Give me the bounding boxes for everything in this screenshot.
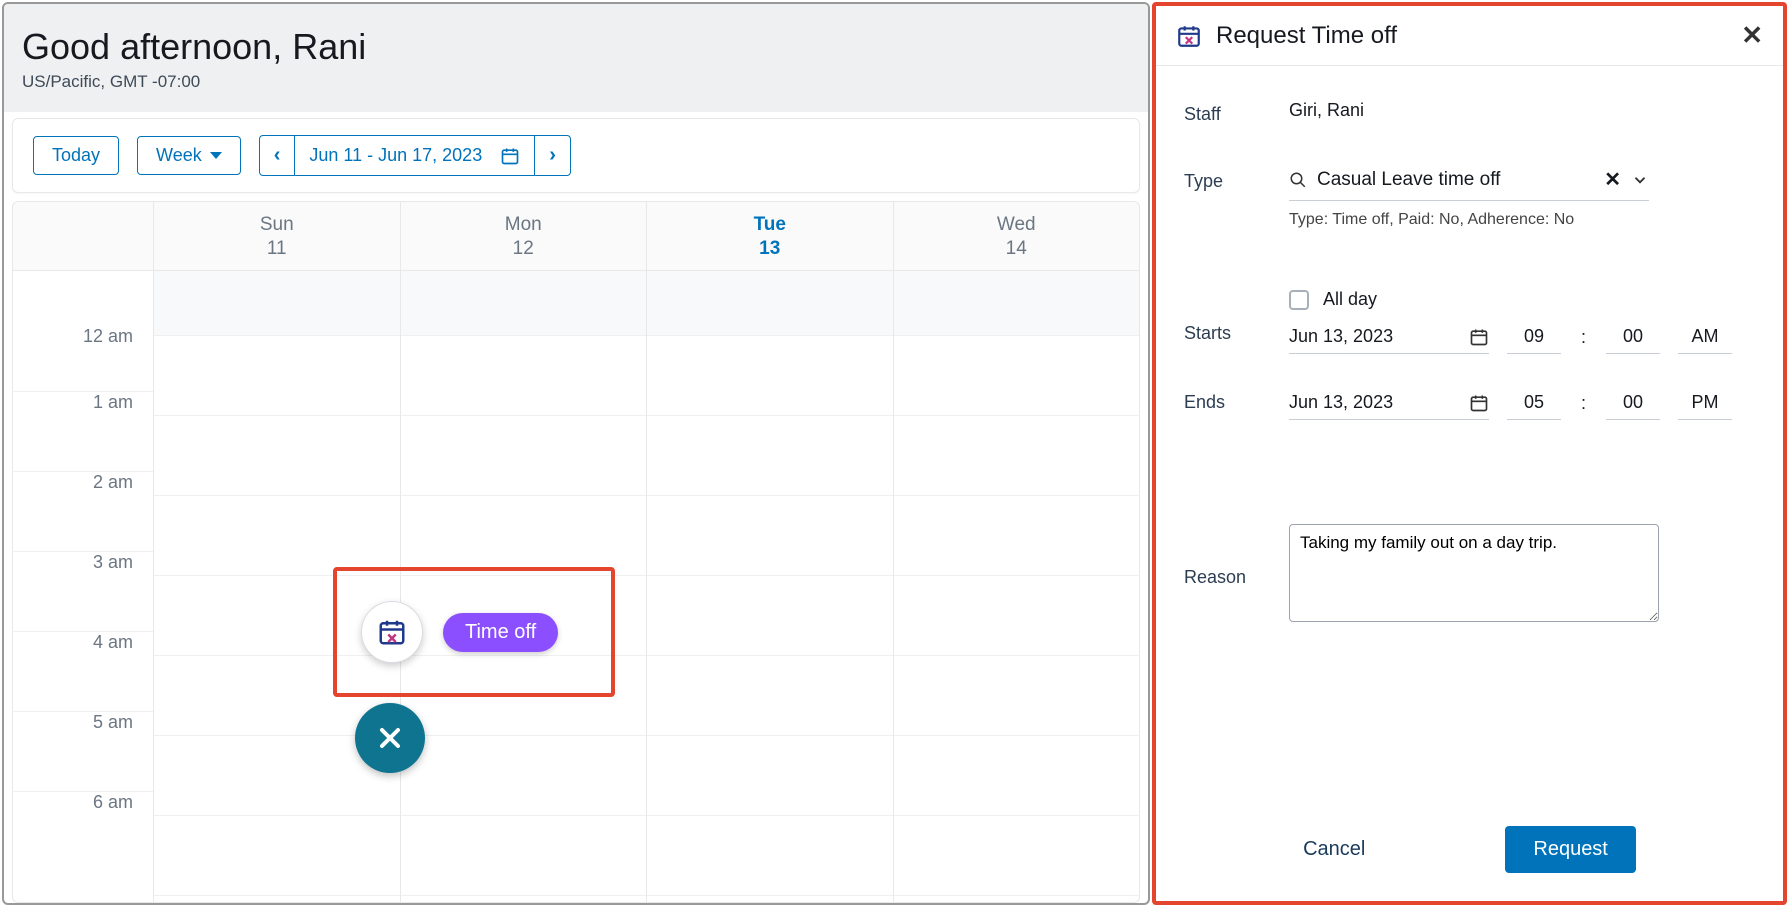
chevron-down-icon[interactable] bbox=[1631, 171, 1649, 189]
hour-label: 3 am bbox=[13, 551, 153, 631]
close-icon: ✕ bbox=[1741, 20, 1763, 50]
greeting-text: Good afternoon, Rani bbox=[22, 26, 1120, 68]
time-gutter: 12 am 1 am 2 am 3 am 4 am 5 am 6 am bbox=[13, 271, 153, 902]
staff-value: Giri, Rani bbox=[1289, 100, 1755, 121]
date-range-button[interactable]: Jun 11 - Jun 17, 2023 bbox=[294, 136, 534, 175]
calendar-toolbar: Today Week ‹ Jun 11 - Jun 17, 2023 › bbox=[12, 118, 1140, 193]
timeoff-pill-label: Time off bbox=[465, 621, 536, 643]
allday-label: All day bbox=[1323, 289, 1377, 310]
reason-label: Reason bbox=[1184, 563, 1289, 588]
starts-date-value: Jun 13, 2023 bbox=[1289, 326, 1393, 347]
type-value: Casual Leave time off bbox=[1317, 169, 1594, 191]
request-timeoff-panel: Request Time off ✕ Staff Giri, Rani Type bbox=[1152, 2, 1787, 905]
search-icon bbox=[1289, 171, 1307, 189]
ends-hour-input[interactable]: 05 bbox=[1507, 386, 1561, 420]
day-head-sun[interactable]: Sun11 bbox=[153, 202, 400, 270]
starts-date-input[interactable]: Jun 13, 2023 bbox=[1289, 320, 1489, 354]
chevron-right-icon: › bbox=[549, 144, 556, 167]
day-header-row: Sun11 Mon12 Tue13 Wed14 bbox=[13, 202, 1139, 271]
starts-hour-input[interactable]: 09 bbox=[1507, 320, 1561, 354]
caret-down-icon bbox=[210, 152, 222, 159]
date-nav: ‹ Jun 11 - Jun 17, 2023 › bbox=[259, 135, 571, 176]
calendar-icon bbox=[500, 146, 520, 166]
next-button[interactable]: › bbox=[534, 136, 570, 175]
panel-footer: Cancel Request bbox=[1156, 808, 1783, 901]
calendar-grid: Sun11 Mon12 Tue13 Wed14 12 am 1 am 2 am … bbox=[12, 201, 1140, 903]
day-head-tue[interactable]: Tue13 bbox=[646, 202, 893, 270]
reason-textarea[interactable] bbox=[1289, 524, 1659, 622]
calendar-pane: Good afternoon, Rani US/Pacific, GMT -07… bbox=[2, 2, 1150, 905]
page-header: Good afternoon, Rani US/Pacific, GMT -07… bbox=[4, 4, 1148, 112]
fab-group: Time off bbox=[361, 601, 558, 663]
hour-label: 12 am bbox=[13, 271, 153, 391]
day-col-mon[interactable] bbox=[400, 271, 647, 902]
starts-minute-input[interactable]: 00 bbox=[1606, 320, 1660, 354]
chevron-left-icon: ‹ bbox=[274, 144, 281, 167]
view-select[interactable]: Week bbox=[137, 136, 241, 175]
ends-ampm-input[interactable]: PM bbox=[1678, 386, 1732, 420]
starts-ampm-input[interactable]: AM bbox=[1678, 320, 1732, 354]
ends-date-value: Jun 13, 2023 bbox=[1289, 392, 1393, 413]
timezone-text: US/Pacific, GMT -07:00 bbox=[22, 72, 1120, 92]
close-button[interactable]: ✕ bbox=[1741, 20, 1763, 51]
type-label: Type bbox=[1184, 163, 1289, 192]
day-col-sun[interactable] bbox=[153, 271, 400, 902]
calendar-icon bbox=[1469, 393, 1489, 413]
ends-date-input[interactable]: Jun 13, 2023 bbox=[1289, 386, 1489, 420]
date-range-text: Jun 11 - Jun 17, 2023 bbox=[309, 145, 482, 166]
day-head-mon[interactable]: Mon12 bbox=[400, 202, 647, 270]
timeoff-pill[interactable]: Time off bbox=[443, 613, 558, 652]
calendar-x-icon bbox=[1176, 23, 1202, 49]
panel-title: Request Time off bbox=[1216, 22, 1397, 50]
request-button[interactable]: Request bbox=[1505, 826, 1636, 873]
allday-checkbox[interactable] bbox=[1289, 290, 1309, 310]
starts-label: Starts bbox=[1184, 281, 1289, 344]
hour-label: 5 am bbox=[13, 711, 153, 791]
timeoff-fab[interactable] bbox=[361, 601, 423, 663]
prev-button[interactable]: ‹ bbox=[260, 136, 295, 175]
staff-label: Staff bbox=[1184, 100, 1289, 125]
hour-label: 6 am bbox=[13, 791, 153, 871]
hour-label: 2 am bbox=[13, 471, 153, 551]
cancel-button[interactable]: Cancel bbox=[1303, 826, 1365, 873]
today-button[interactable]: Today bbox=[33, 136, 119, 175]
day-col-tue[interactable] bbox=[646, 271, 893, 902]
calendar-icon bbox=[1469, 327, 1489, 347]
today-label: Today bbox=[52, 145, 100, 166]
clear-icon[interactable]: ✕ bbox=[1604, 167, 1621, 192]
day-head-wed[interactable]: Wed14 bbox=[893, 202, 1140, 270]
day-col-wed[interactable] bbox=[893, 271, 1140, 902]
hour-label: 4 am bbox=[13, 631, 153, 711]
cancel-fab[interactable] bbox=[355, 703, 425, 773]
ends-minute-input[interactable]: 00 bbox=[1606, 386, 1660, 420]
view-label: Week bbox=[156, 145, 202, 166]
hour-label: 1 am bbox=[13, 391, 153, 471]
ends-label: Ends bbox=[1184, 386, 1289, 413]
type-select[interactable]: Casual Leave time off ✕ bbox=[1289, 163, 1649, 201]
type-meta: Type: Time off, Paid: No, Adherence: No bbox=[1289, 211, 1755, 229]
panel-header: Request Time off ✕ bbox=[1156, 6, 1783, 66]
